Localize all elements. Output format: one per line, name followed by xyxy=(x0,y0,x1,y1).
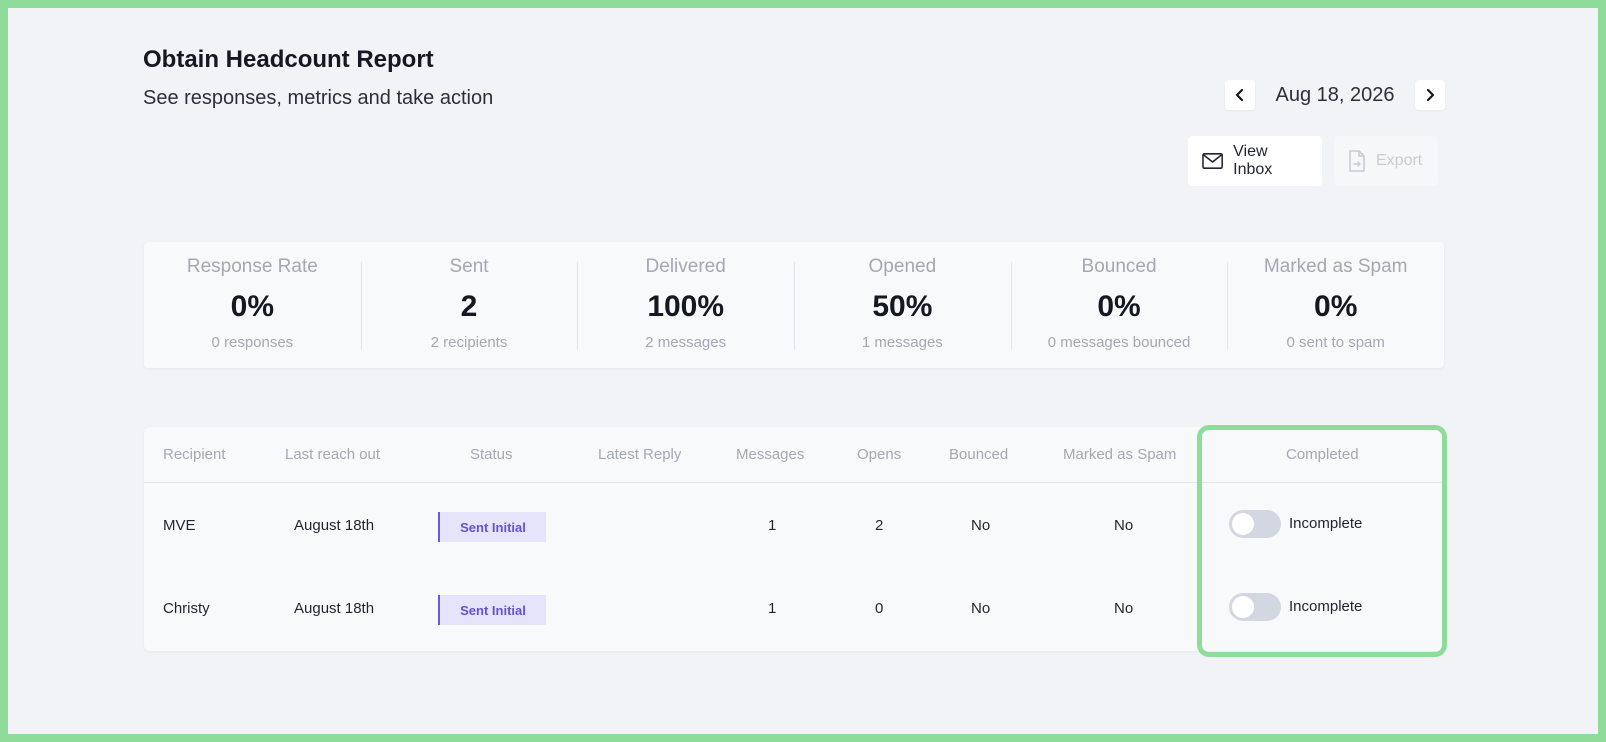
status-badge: Sent Initial xyxy=(438,595,546,625)
page-title: Obtain Headcount Report xyxy=(143,46,434,73)
metric-subtext: 1 messages xyxy=(861,334,943,351)
metric-label: Opened xyxy=(868,256,937,277)
metrics-summary: Response Rate 0% 0 responses Sent 2 2 re… xyxy=(144,242,1444,368)
metric-label: Bounced xyxy=(1081,256,1157,277)
metric-value: 0% xyxy=(1097,290,1141,323)
column-header-status: Status xyxy=(470,446,513,463)
toggle-knob xyxy=(1232,513,1254,535)
export-label: Export xyxy=(1376,152,1423,169)
metric-label: Marked as Spam xyxy=(1263,256,1408,277)
column-header-completed: Completed xyxy=(1286,446,1359,463)
current-date: Aug 18, 2026 xyxy=(1275,83,1395,106)
cell-messages: 1 xyxy=(768,600,777,617)
completed-toggle[interactable] xyxy=(1229,510,1281,538)
metric-response-rate: Response Rate 0% 0 responses xyxy=(144,242,361,368)
next-date-button[interactable] xyxy=(1415,80,1445,110)
completed-status-label: Incomplete xyxy=(1289,598,1363,615)
export-button[interactable]: Export xyxy=(1334,136,1438,186)
table-row[interactable]: MVE August 18th Sent Initial 1 2 No No I… xyxy=(144,485,1444,567)
view-inbox-button[interactable]: View Inbox xyxy=(1188,136,1322,186)
metric-subtext: 2 messages xyxy=(645,334,727,351)
view-inbox-label: View Inbox xyxy=(1233,143,1273,178)
cell-bounced: No xyxy=(971,517,991,534)
cell-recipient: MVE xyxy=(163,517,196,534)
metric-value: 0% xyxy=(230,290,275,323)
cell-last-reach-out: August 18th xyxy=(294,517,375,534)
chevron-left-icon xyxy=(1235,88,1244,102)
metric-opened: Opened 50% 1 messages xyxy=(794,242,1011,368)
metric-label: Delivered xyxy=(645,256,726,277)
cell-marked-as-spam: No xyxy=(1114,517,1134,534)
metric-subtext: 0 messages bounced xyxy=(1047,334,1191,351)
column-header-bounced: Bounced xyxy=(949,446,1009,463)
metric-value: 2 xyxy=(460,290,478,323)
metric-bounced: Bounced 0% 0 messages bounced xyxy=(1010,242,1228,368)
metric-marked-as-spam: Marked as Spam 0% 0 sent to spam xyxy=(1227,242,1444,368)
metric-value: 0% xyxy=(1314,290,1358,323)
completed-toggle[interactable] xyxy=(1229,593,1281,621)
metric-subtext: 2 recipients xyxy=(430,334,508,351)
cell-messages: 1 xyxy=(768,517,777,534)
recipients-table: Recipient Last reach out Status Latest R… xyxy=(144,427,1444,651)
page-subtitle: See responses, metrics and take action xyxy=(143,87,494,109)
table-row[interactable]: Christy August 18th Sent Initial 1 0 No … xyxy=(144,567,1444,649)
cell-recipient: Christy xyxy=(163,600,210,617)
metric-value: 50% xyxy=(872,290,933,323)
column-header-last-reach-out: Last reach out xyxy=(285,446,381,463)
metric-value: 100% xyxy=(647,290,725,323)
cell-marked-as-spam: No xyxy=(1114,600,1134,617)
metric-label: Response Rate xyxy=(186,256,318,277)
column-header-opens: Opens xyxy=(857,446,902,463)
chevron-right-icon xyxy=(1426,88,1435,102)
cell-opens: 2 xyxy=(875,517,884,534)
cell-opens: 0 xyxy=(875,600,884,617)
column-header-messages: Messages xyxy=(736,446,805,463)
table-header: Recipient Last reach out Status Latest R… xyxy=(144,427,1444,483)
column-header-marked-as-spam: Marked as Spam xyxy=(1063,446,1177,463)
previous-date-button[interactable] xyxy=(1225,80,1255,110)
metric-subtext: 0 responses xyxy=(211,334,294,351)
cell-bounced: No xyxy=(971,600,991,617)
mail-icon xyxy=(1202,153,1223,169)
metric-subtext: 0 sent to spam xyxy=(1286,334,1385,351)
cell-last-reach-out: August 18th xyxy=(294,600,375,617)
completed-status-label: Incomplete xyxy=(1289,515,1363,532)
metric-sent: Sent 2 2 recipients xyxy=(360,242,578,368)
metric-label: Sent xyxy=(449,256,489,277)
file-icon xyxy=(1349,150,1365,172)
status-badge: Sent Initial xyxy=(438,512,546,542)
date-navigator: Aug 18, 2026 xyxy=(1225,80,1445,110)
column-header-latest-reply: Latest Reply xyxy=(598,446,682,463)
column-header-recipient: Recipient xyxy=(163,446,226,463)
metric-delivered: Delivered 100% 2 messages xyxy=(577,242,794,368)
toggle-knob xyxy=(1232,596,1254,618)
